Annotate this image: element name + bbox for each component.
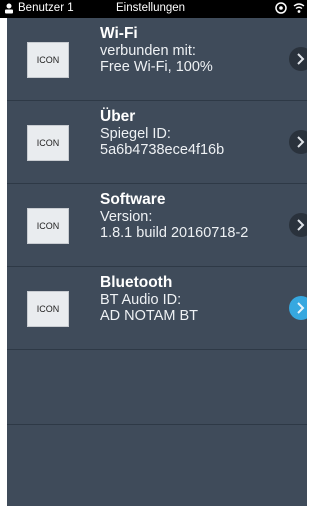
row-line2: 5a6b4738ece4f16b: [100, 142, 225, 158]
settings-row-about[interactable]: ICON Über Spiegel ID: 5a6b4738ece4f16b: [7, 101, 307, 184]
row-line1: Spiegel ID:: [100, 126, 171, 142]
row-text: Software Version: 1.8.1 build 20160718-2: [100, 191, 248, 241]
user-icon: [5, 3, 13, 13]
empty-row: [7, 350, 307, 425]
chevron-right-icon[interactable]: [289, 213, 307, 237]
wifi-icon: [293, 3, 305, 13]
row-title: Über: [100, 108, 136, 125]
settings-row-software[interactable]: ICON Software Version: 1.8.1 build 20160…: [7, 184, 307, 267]
chevron-right-icon[interactable]: [289, 47, 307, 71]
user-label: Benutzer 1: [18, 2, 74, 14]
chevron-right-icon[interactable]: [289, 296, 307, 320]
status-icons: [275, 2, 305, 14]
row-line2: 1.8.1 build 20160718-2: [100, 225, 249, 241]
row-line1: Version:: [100, 209, 153, 225]
row-line1: BT Audio ID:: [100, 292, 182, 308]
chevron-right-icon[interactable]: [289, 130, 307, 154]
row-line2: Free Wi-Fi, 100%: [100, 59, 213, 75]
status-user: Benutzer 1: [4, 2, 74, 14]
settings-row-bluetooth[interactable]: ICON Bluetooth BT Audio ID: AD NOTAM BT: [7, 267, 307, 350]
status-title: Einstellungen: [116, 2, 186, 14]
row-title: Bluetooth: [100, 274, 173, 291]
empty-row: [7, 425, 307, 506]
row-title: Wi-Fi: [100, 25, 138, 42]
settings-icon: [275, 2, 287, 14]
status-bar: Benutzer 1 Einstellungen: [0, 0, 307, 18]
row-line2: AD NOTAM BT: [100, 308, 199, 324]
about-settings-icon: ICON: [27, 125, 69, 161]
row-title: Software: [100, 191, 166, 208]
row-text: Bluetooth BT Audio ID: AD NOTAM BT: [100, 274, 198, 324]
row-text: Wi-Fi verbunden mit: Free Wi-Fi, 100%: [100, 25, 213, 75]
settings-panel: ICON Wi-Fi verbunden mit: Free Wi-Fi, 10…: [7, 18, 307, 506]
bluetooth-settings-icon: ICON: [27, 291, 69, 327]
wifi-settings-icon: ICON: [27, 42, 69, 78]
settings-row-wifi[interactable]: ICON Wi-Fi verbunden mit: Free Wi-Fi, 10…: [7, 18, 307, 101]
software-settings-icon: ICON: [27, 208, 69, 244]
row-line1: verbunden mit:: [100, 43, 196, 59]
row-text: Über Spiegel ID: 5a6b4738ece4f16b: [100, 108, 224, 158]
